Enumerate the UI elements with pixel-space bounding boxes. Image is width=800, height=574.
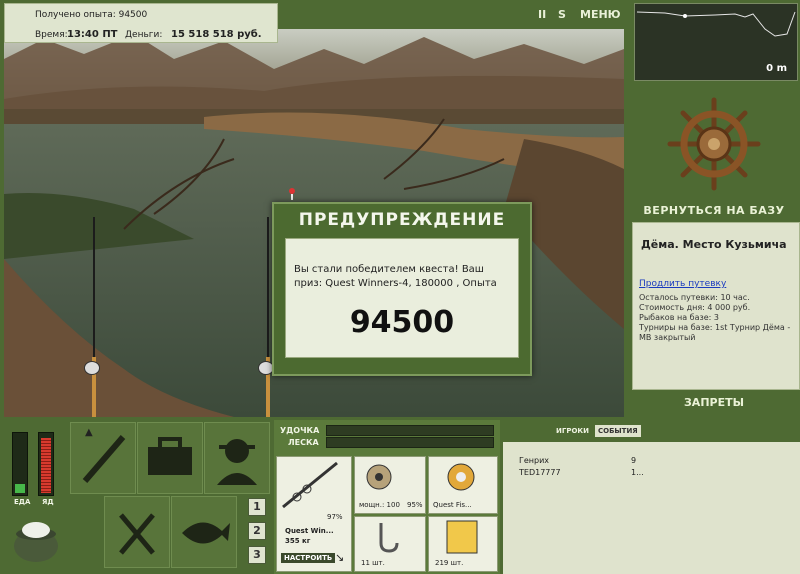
return-to-base-button[interactable]: ВЕРНУТЬСЯ НА БАЗУ [628,204,800,217]
rod-icon [82,435,126,483]
hook-icon [379,523,399,553]
warning-dialog[interactable]: ПРЕДУПРЕЖДЕНИЕ Вы стали победителем квес… [272,202,532,376]
rod-label: УДОЧКА [280,426,320,435]
tackle-box-icon [148,437,192,475]
dialog-message: Вы стали победителем квеста! Ваш приз: Q… [294,264,497,289]
day-cost: Стоимость дня: 4 000 руб. [639,303,751,312]
fisherman-slot[interactable] [204,422,270,494]
tackle-panel: УДОЧКА ЛЕСКА 97% Quest Win... 355 кг НАС… [274,420,500,574]
fish-icon [182,522,230,544]
dialog-number: 94500 [349,305,455,340]
time-label: Время: [35,30,68,40]
rod-weight: 355 кг [285,537,311,545]
line-cell[interactable]: Quest Fis... [428,456,498,514]
rod-percent: 97% [327,513,343,521]
fishers-count: Рыбаков на базе: 3 [639,313,719,322]
tackle-box-slot[interactable] [137,422,203,494]
tab-players[interactable]: ИГРОКИ [553,425,592,437]
tab-events[interactable]: СОБЫТИЯ [595,425,641,437]
setup-button[interactable]: НАСТРОИТЬ [281,553,336,563]
location-panel: Дёма. Место Кузьмича Продлить путевку Ос… [632,222,800,390]
rod-tension-bar [326,425,494,436]
reel-power: мощн.: 100 [359,501,400,509]
fisherman-icon [217,439,257,485]
poison-meter [38,432,54,496]
food-label: ЕДА [14,498,31,506]
player-name[interactable]: Генрих [519,456,549,465]
extend-ticket-link[interactable]: Продлить путевку [639,279,726,289]
time-value: 13:40 ПТ [67,29,118,40]
reel-icon [366,464,392,490]
players-panel: ИГРОКИ СОБЫТИЯ Генрих 9 TED17777 1... [503,420,800,574]
reel-icon [84,361,100,375]
ship-wheel-icon[interactable] [666,96,762,192]
exp-received-text: Получено опыта: 94500 [35,10,148,20]
pause-button[interactable]: II [538,8,546,21]
line-name: Quest Fis... [433,501,472,509]
bait-cell[interactable]: 219 шт. [428,516,498,572]
dialog-body: Вы стали победителем квеста! Ваш приз: Q… [285,238,519,358]
rod-cell[interactable]: 97% Quest Win... 355 кг НАСТРОИТЬ ↘ [276,456,352,572]
poison-label: ЯД [42,498,54,506]
money-value: 15 518 518 руб. [171,29,262,40]
player-info-panel: Получено опыта: 94500 Время: 13:40 ПТ Де… [4,3,278,43]
player-value: 9 [631,456,637,465]
location-title: Дёма. Место Кузьмича [641,238,787,251]
line-spool-icon [447,463,475,491]
page-1-button[interactable]: 1 [248,498,266,516]
menu-button[interactable]: МЕНЮ [580,8,621,21]
rod-icon [282,461,338,509]
page-2-button[interactable]: 2 [248,522,266,540]
pot-icon[interactable] [10,514,62,566]
reel-cell[interactable]: мощн.: 100 95% [354,456,426,514]
line-tension-bar [326,437,494,448]
reel-percent: 95% [407,501,423,509]
rod-slot[interactable]: ▲ [70,422,136,494]
bait-icon [446,520,478,554]
depth-readout: 0 m [766,63,787,74]
arrow-up-icon: ▲ [85,427,93,438]
depth-map[interactable]: 0 m [634,3,798,81]
ticket-remaining: Осталось путевки: 10 час. [639,293,750,302]
fishing-rod-left[interactable] [84,217,100,417]
players-list: Генрих 9 TED17777 1... [503,442,800,574]
fish-slot[interactable] [171,496,237,568]
player-value: 1... [631,468,644,477]
tournaments-info: Турниры на базе: 1st Турнир Дёма - МВ за… [639,323,791,342]
food-meter [12,432,28,496]
page-3-button[interactable]: 3 [248,546,266,564]
player-name[interactable]: TED17777 [519,468,561,477]
arrow-down-right-icon: ↘ [335,551,345,564]
hook-cell[interactable]: 11 шт. [354,516,426,572]
money-label: Деньги: [125,30,163,40]
rod-name: Quest Win... [285,527,334,535]
food-slot[interactable] [104,496,170,568]
bans-button[interactable]: ЗАПРЕТЫ [628,396,800,409]
line-label: ЛЕСКА [288,438,319,447]
fork-knife-icon [119,513,155,555]
bait-count: 219 шт. [435,559,464,567]
s-button[interactable]: S [558,8,566,21]
hook-count: 11 шт. [361,559,385,567]
dialog-title: ПРЕДУПРЕЖДЕНИЕ [298,210,506,230]
